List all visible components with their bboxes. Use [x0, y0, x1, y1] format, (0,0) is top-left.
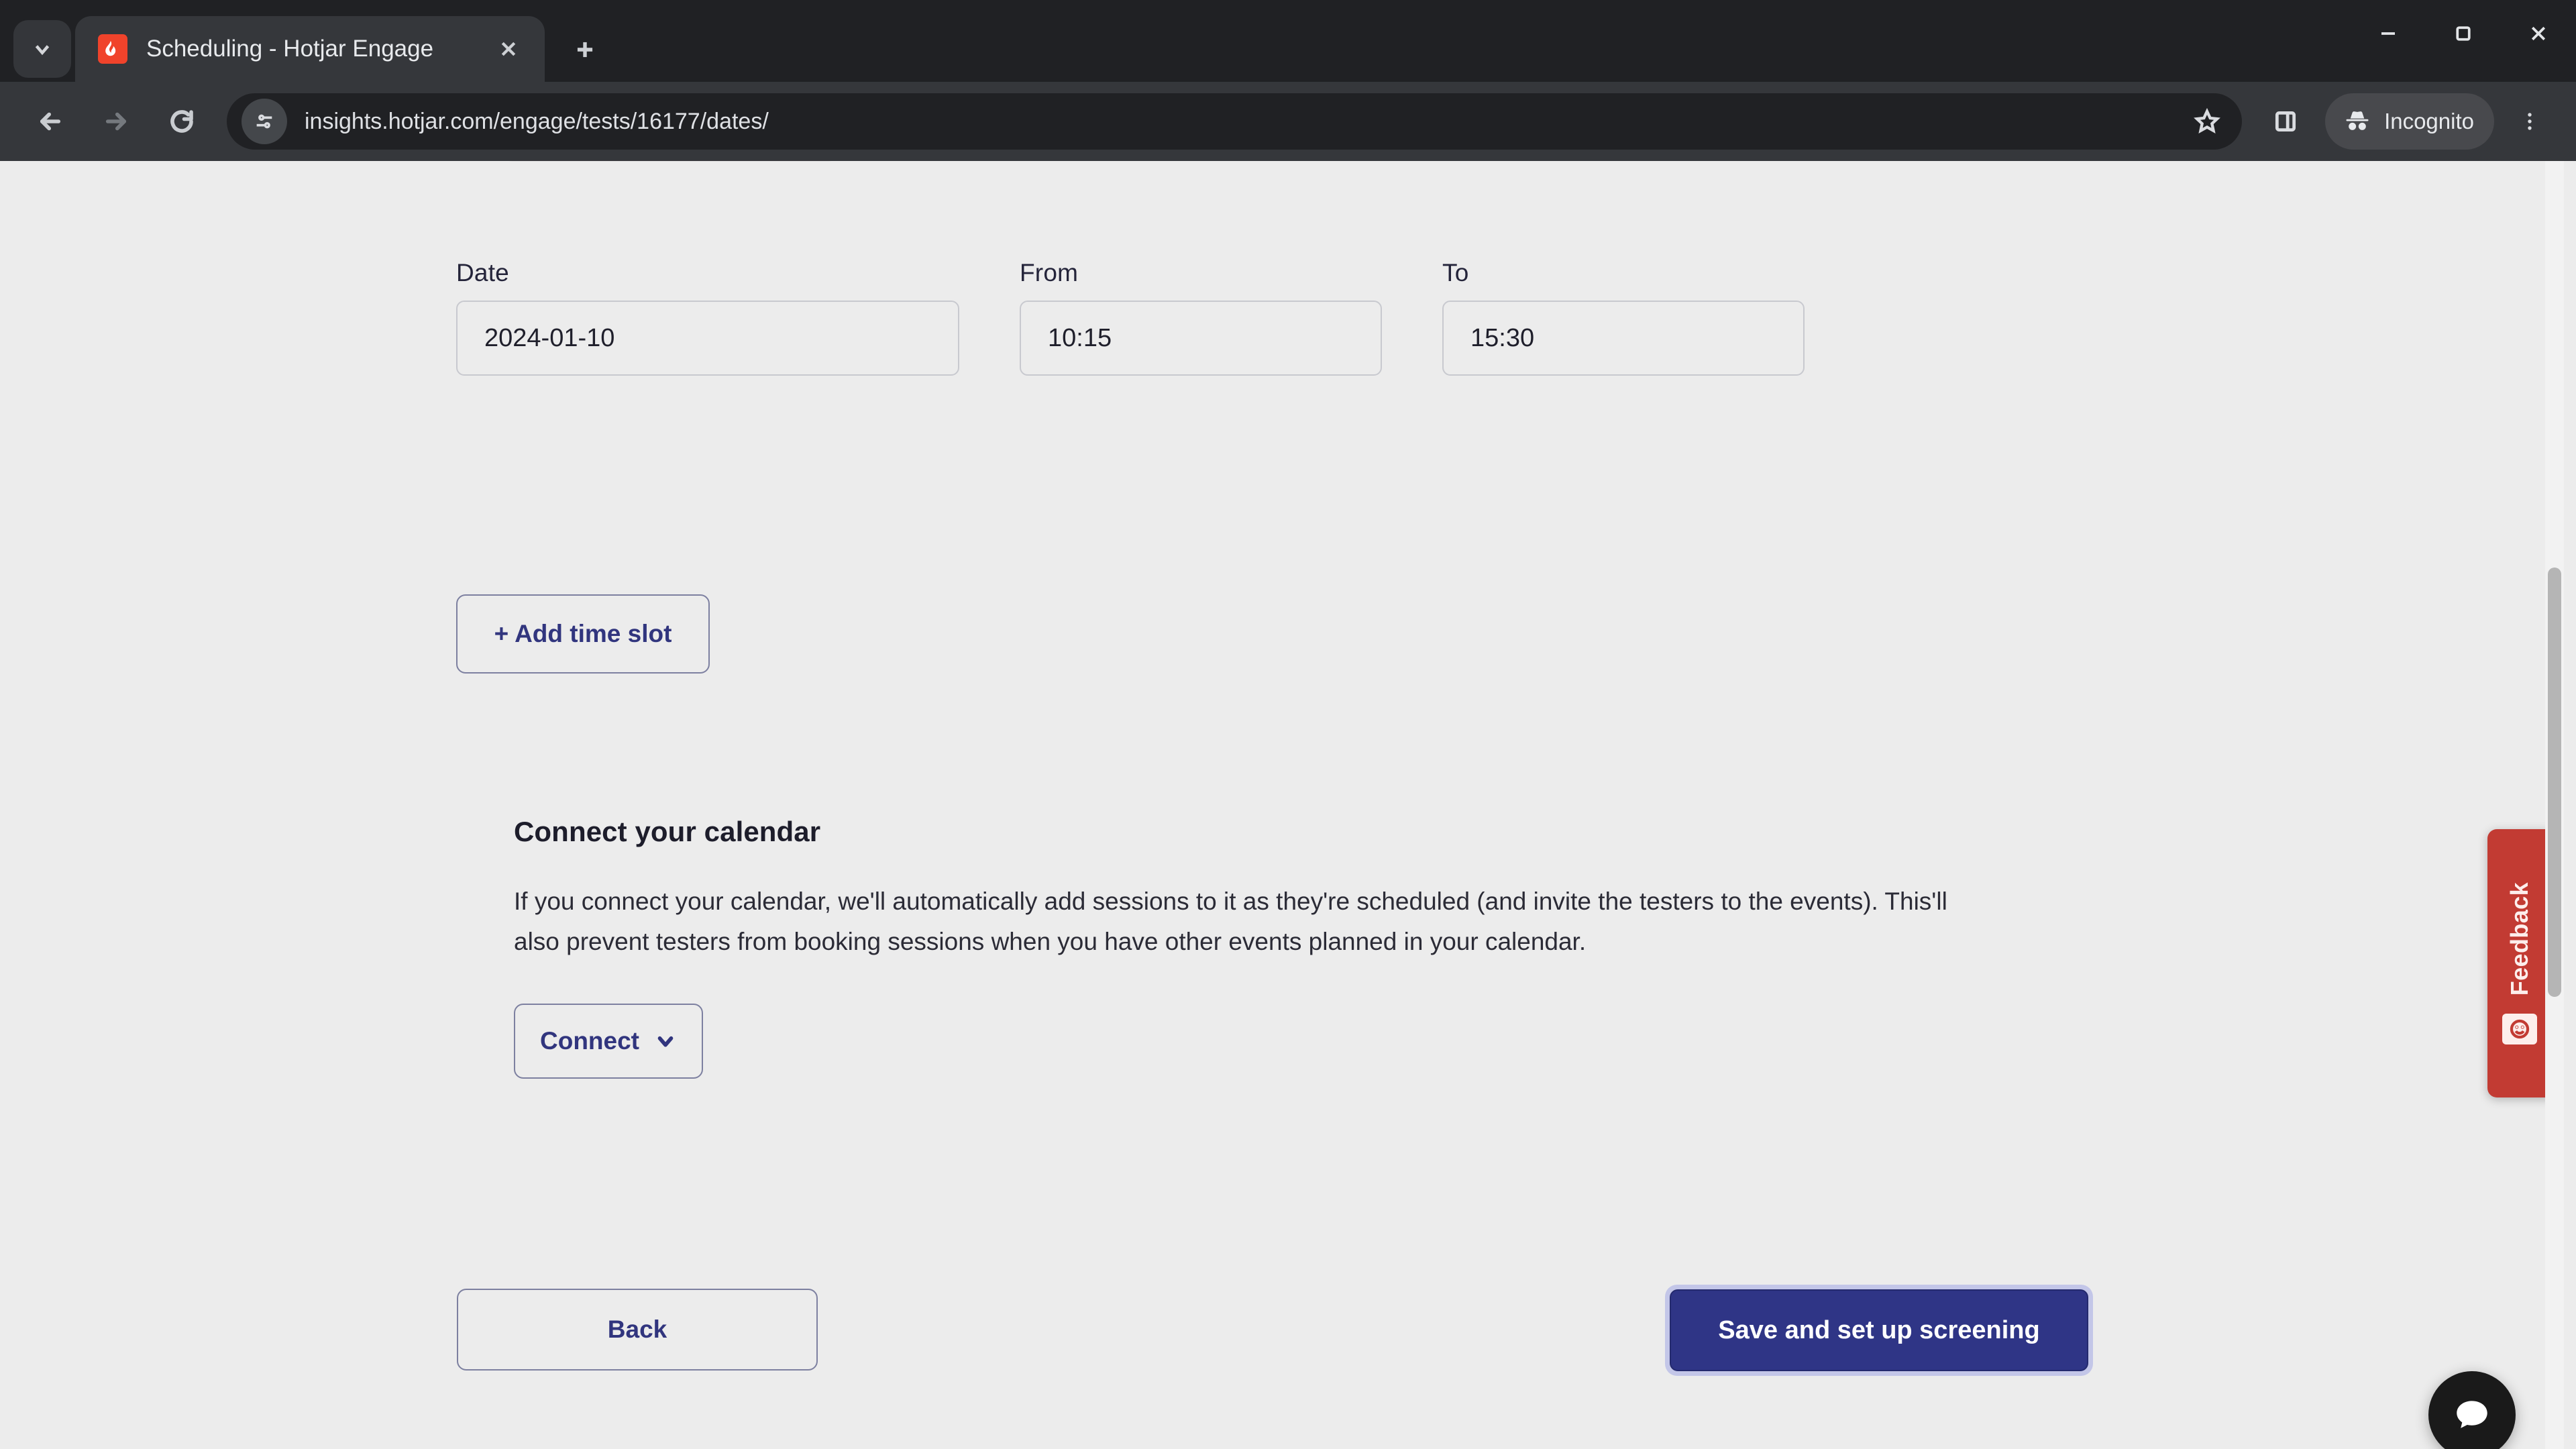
timezone-note: Your timezone: Asia/Shanghai [506, 161, 835, 162]
url-text: insights.hotjar.com/engage/tests/16177/d… [305, 108, 769, 134]
page-content: Your timezone: Asia/Shanghai Go to Setti… [0, 161, 2564, 1449]
connect-calendar-section: Connect your calendar If you connect you… [514, 816, 1976, 1079]
date-label: Date [456, 259, 509, 286]
address-bar[interactable]: insights.hotjar.com/engage/tests/16177/d… [227, 93, 2243, 150]
reload-icon [170, 110, 193, 133]
kebab-menu-icon [2528, 113, 2532, 130]
forward-button[interactable] [83, 89, 149, 154]
maximize-button[interactable] [2426, 0, 2501, 67]
save-and-setup-screening-button[interactable]: Save and set up screening [1670, 1289, 2088, 1371]
vertical-scrollbar[interactable] [2545, 161, 2564, 1449]
tab-search-button[interactable] [13, 20, 71, 78]
back-button[interactable] [17, 89, 83, 154]
time-slot-row: Date 2024-01-10 From 10:15 To 15:30 [456, 259, 1865, 376]
plus-icon [577, 42, 593, 58]
page-viewport: Your timezone: Asia/Shanghai Go to Setti… [0, 161, 2576, 1449]
close-icon[interactable] [490, 30, 527, 68]
connect-button-label: Connect [540, 1026, 639, 1055]
bookmark-star-icon[interactable] [2179, 93, 2235, 150]
feedback-label: Feedback [2506, 882, 2533, 996]
tab-title: Scheduling - Hotjar Engage [146, 36, 434, 62]
connect-calendar-description: If you connect your calendar, we'll auto… [514, 888, 1947, 955]
from-field-group: From 10:15 [1020, 259, 1382, 376]
arrow-left-icon [40, 112, 61, 131]
browser-window: Scheduling - Hotjar Engage insights.hotj… [0, 0, 2576, 1449]
from-input[interactable]: 10:15 [1020, 301, 1382, 376]
chevron-down-icon [35, 45, 50, 56]
to-label: To [1442, 259, 1469, 286]
date-field-group: Date 2024-01-10 [456, 259, 959, 376]
window-controls [2351, 0, 2576, 82]
close-window-button[interactable] [2501, 0, 2576, 67]
tab-strip: Scheduling - Hotjar Engage [0, 0, 2576, 82]
chat-widget-button[interactable] [2428, 1371, 2516, 1449]
connect-calendar-button[interactable]: Connect [514, 1003, 703, 1079]
minimize-button[interactable] [2351, 0, 2426, 67]
incognito-label: Incognito [2384, 109, 2474, 133]
browser-tab[interactable]: Scheduling - Hotjar Engage [75, 16, 545, 82]
reload-button[interactable] [149, 89, 215, 154]
feedback-tab[interactable]: Feedback [2487, 829, 2552, 1097]
back-step-button[interactable]: Back [457, 1289, 818, 1371]
incognito-icon [2346, 111, 2369, 130]
add-time-slot-button[interactable]: + Add time slot [456, 594, 710, 674]
chat-bubble-icon [2457, 1401, 2487, 1428]
connect-calendar-title: Connect your calendar [514, 816, 821, 847]
from-label: From [1020, 259, 1079, 286]
to-input[interactable]: 15:30 [1442, 301, 1805, 376]
site-settings-icon[interactable] [241, 99, 287, 144]
primary-button-focus-ring: Save and set up screening [1665, 1285, 2093, 1376]
hotjar-flame-icon [98, 34, 127, 64]
incognito-badge[interactable]: Incognito [2325, 93, 2494, 150]
to-field-group: To 15:30 [1442, 259, 1805, 376]
browser-toolbar: insights.hotjar.com/engage/tests/16177/d… [0, 82, 2576, 161]
vertical-scrollbar-thumb[interactable] [2548, 568, 2561, 997]
browser-menu-button[interactable] [2501, 93, 2559, 150]
arrow-right-icon [105, 112, 127, 131]
new-tab-button[interactable] [559, 24, 610, 75]
chevron-down-icon [654, 1030, 677, 1053]
side-panel-icon[interactable] [2257, 93, 2314, 150]
date-input[interactable]: 2024-01-10 [456, 301, 959, 376]
smiley-face-icon [2502, 1013, 2537, 1044]
timezone-row: Your timezone: Asia/Shanghai Go to Setti… [0, 161, 2564, 166]
